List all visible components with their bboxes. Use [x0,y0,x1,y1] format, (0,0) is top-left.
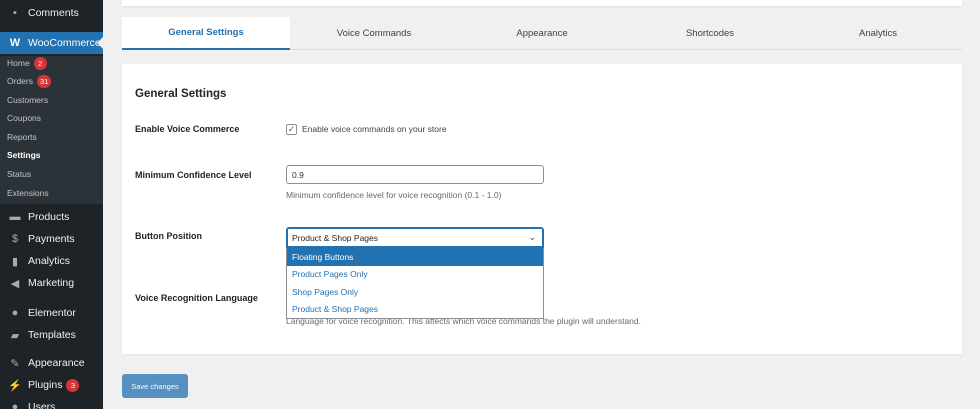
megaphone-icon: ◀ [10,277,20,290]
elementor-icon: ● [11,307,19,319]
settings-tabs: General Settings Voice Commands Appearan… [122,17,962,50]
button-position-dropdown: Floating Buttons Product Pages Only Shop… [286,248,544,319]
confidence-level-label: Minimum Confidence Level [135,170,252,180]
woocommerce-icon: W [9,37,21,49]
button-position-select[interactable]: Product & Shop Pages ⌄ [286,227,544,248]
menu-marketing-label: Marketing [28,277,75,289]
folder-icon: ▰ [10,329,20,342]
plugins-count-badge: 3 [66,378,80,392]
settings-card: General Settings Enable Voice Commerce ✓… [122,64,962,354]
confidence-level-input[interactable]: 0.9 [286,165,544,184]
checkmark-icon: ✓ [287,124,296,134]
tab-appearance[interactable]: Appearance [458,17,626,50]
menu-products-label: Products [28,211,70,223]
woocommerce-submenu: Home 2 Orders 31 Customers Coupons Repor… [0,56,103,204]
section-title: General Settings [135,88,227,100]
admin-sidebar: ▪ Comments W WooCommerce Home 2 Orders 3… [0,0,103,409]
submenu-home[interactable]: Home 2 [7,56,47,70]
menu-analytics[interactable]: ▮ Analytics [0,250,103,272]
comment-icon: ▪ [13,7,17,19]
option-product-shop-pages[interactable]: Product & Shop Pages [287,301,543,319]
menu-analytics-label: Analytics [28,255,71,267]
option-shop-pages-only[interactable]: Shop Pages Only [287,283,543,301]
submenu-coupons[interactable]: Coupons [7,111,41,125]
home-count-badge: 2 [33,56,47,70]
menu-templates-label: Templates [28,329,76,341]
submenu-customers[interactable]: Customers [7,93,48,107]
menu-products[interactable]: ▬ Products [0,206,103,228]
archive-icon: ▬ [9,211,21,223]
menu-comments-label: Comments [28,7,79,19]
tab-shortcodes[interactable]: Shortcodes [626,17,794,50]
option-product-pages-only[interactable]: Product Pages Only [287,266,543,284]
submenu-reports[interactable]: Reports [7,130,37,144]
header-strip [122,0,962,6]
menu-appearance[interactable]: ✎ Appearance [0,352,103,374]
paintbrush-icon: ✎ [10,357,20,370]
enable-voice-commerce-label: Enable Voice Commerce [135,124,240,134]
tab-general-settings[interactable]: General Settings [122,17,290,50]
menu-plugins-label: Plugins [28,379,63,391]
menu-templates[interactable]: ▰ Templates [0,324,103,346]
language-label: Voice Recognition Language [135,293,258,303]
submenu-home-label: Home [7,58,30,68]
save-changes-button[interactable]: Save changes [122,374,188,398]
button-position-label: Button Position [135,231,202,241]
menu-users[interactable]: ● Users [0,396,103,409]
menu-elementor[interactable]: ● Elementor [0,302,103,324]
submenu-extensions[interactable]: Extensions [7,186,49,200]
enable-voice-checkbox-label[interactable]: Enable voice commands on your store [302,124,447,134]
plugin-icon: ⚡ [8,379,22,392]
enable-voice-checkbox[interactable]: ✓ [286,124,297,135]
option-floating-buttons[interactable]: Floating Buttons [287,248,543,266]
menu-users-label: Users [28,401,56,409]
menu-woocommerce-label: WooCommerce [28,37,101,49]
menu-appearance-label: Appearance [28,357,85,369]
orders-count-badge: 31 [36,74,52,88]
submenu-orders-label: Orders [7,76,33,86]
menu-payments[interactable]: $ Payments [0,228,103,250]
money-icon: $ [11,233,19,245]
bar-chart-icon: ▮ [11,255,19,268]
menu-plugins[interactable]: ⚡ Plugins 3 [0,374,103,396]
menu-elementor-label: Elementor [28,307,76,319]
menu-payments-label: Payments [28,233,75,245]
tab-voice-commands[interactable]: Voice Commands [290,17,458,50]
button-position-value: Product & Shop Pages [292,232,379,243]
confidence-level-description: Minimum confidence level for voice recog… [286,190,502,200]
user-icon: ● [11,401,19,409]
chevron-down-icon: ⌄ [528,232,536,242]
submenu-status[interactable]: Status [7,167,31,181]
submenu-orders[interactable]: Orders 31 [7,74,52,88]
tab-analytics[interactable]: Analytics [794,17,962,50]
submenu-settings[interactable]: Settings [7,148,41,162]
menu-woocommerce[interactable]: W WooCommerce [0,32,103,54]
menu-comments[interactable]: ▪ Comments [0,2,103,24]
menu-marketing[interactable]: ◀ Marketing [0,272,103,294]
